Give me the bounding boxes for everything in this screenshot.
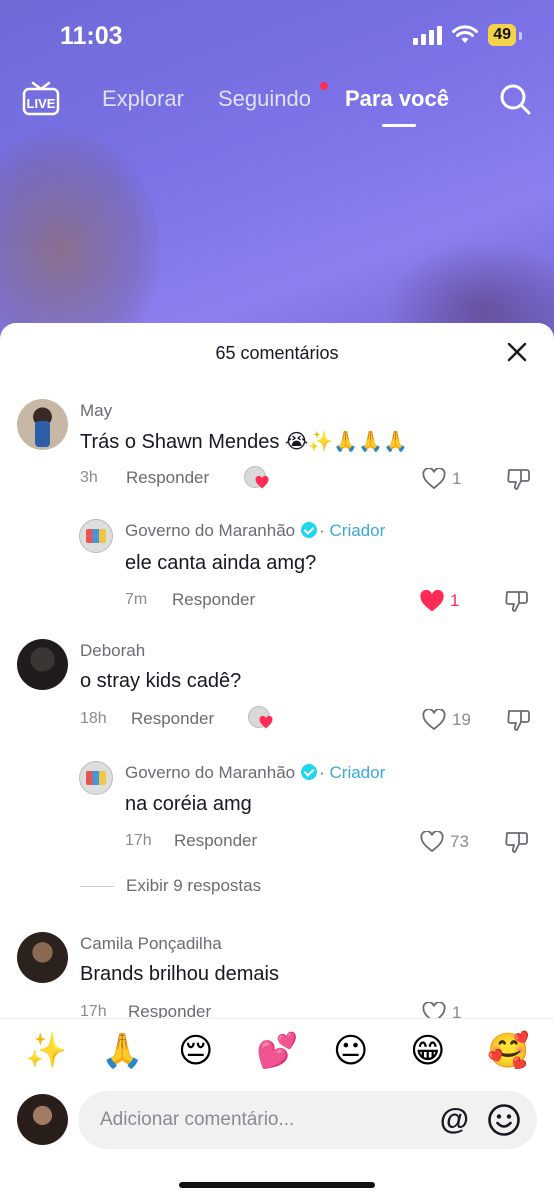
creator-tag: Criador: [329, 521, 386, 540]
status-bar: 11:03 49: [0, 0, 554, 70]
like-count: 1: [452, 1003, 462, 1018]
search-icon[interactable]: [498, 82, 532, 116]
verified-icon: [301, 764, 318, 780]
emoji-two-hearts[interactable]: 💕: [256, 1031, 298, 1071]
notification-dot: [320, 82, 328, 90]
tab-para-voce[interactable]: Para você: [345, 86, 449, 112]
comment-text: Trás o Shawn Mendes 😭✨🙏🙏🙏: [80, 431, 408, 453]
battery-icon: 49: [488, 24, 522, 46]
comment-input-box[interactable]: @: [78, 1091, 537, 1149]
status-time: 11:03: [60, 22, 123, 50]
avatar[interactable]: [17, 932, 68, 983]
emoji-pensive[interactable]: 😔: [178, 1031, 213, 1071]
comment-time: 18h: [80, 710, 107, 727]
heart-outline-icon[interactable]: [422, 468, 446, 490]
comments-sheet: 65 comentários May Trás o Shawn Mendes 😭…: [0, 323, 554, 1200]
avatar[interactable]: [17, 399, 68, 450]
emoji-neutral-face[interactable]: 😐: [333, 1031, 368, 1071]
comment-composer: @: [0, 1086, 554, 1158]
avatar[interactable]: [17, 639, 68, 690]
dislike-icon[interactable]: [506, 707, 532, 733]
separator-dot: ·: [319, 521, 325, 540]
heart-outline-icon[interactable]: [422, 709, 446, 731]
like-count: 1: [450, 591, 460, 610]
close-icon[interactable]: [506, 341, 528, 363]
comment-text: Brands brilhou demais: [80, 963, 279, 985]
username-text: Governo do Maranhão: [125, 763, 296, 782]
username-text: Governo do Maranhão: [125, 521, 296, 540]
comment-username[interactable]: Deborah: [80, 641, 145, 661]
active-tab-indicator: [382, 124, 416, 127]
comment-text: ele canta ainda amg?: [125, 552, 317, 574]
like-count: 73: [450, 832, 469, 851]
view-more-replies-button[interactable]: Exibir 9 respostas: [80, 876, 261, 896]
tab-explorar[interactable]: Explorar: [102, 86, 184, 112]
reply-button[interactable]: Responder: [126, 468, 209, 488]
reply-button[interactable]: Responder: [172, 590, 255, 610]
reply-button[interactable]: Responder: [131, 709, 214, 729]
emoji-grin[interactable]: 😁: [410, 1031, 445, 1071]
creator-tag: Criador: [329, 763, 386, 782]
reply-button[interactable]: Responder: [174, 831, 257, 851]
comments-count-title: 65 comentários: [215, 343, 339, 363]
comment-username[interactable]: Governo do Maranhão · Criador: [125, 763, 385, 783]
live-label: LIVE: [27, 96, 56, 111]
avatar[interactable]: [79, 519, 113, 553]
heart-outline-icon[interactable]: [420, 831, 444, 853]
creator-liked-badge: [244, 466, 270, 492]
comment-username[interactable]: Camila Ponçadilha: [80, 934, 222, 954]
avatar[interactable]: [79, 761, 113, 795]
comment-time: 17h: [80, 1003, 107, 1018]
mention-icon[interactable]: @: [440, 1103, 469, 1137]
comment-text: o stray kids cadê?: [80, 670, 242, 692]
comment-username[interactable]: May: [80, 401, 112, 421]
heart-outline-icon[interactable]: [422, 1002, 446, 1018]
comment-time: 3h: [80, 469, 98, 486]
emoji-pray[interactable]: 🙏: [101, 1031, 143, 1071]
dislike-icon[interactable]: [504, 588, 530, 614]
creator-liked-badge: [248, 706, 274, 732]
wifi-icon: [452, 25, 479, 43]
live-icon[interactable]: LIVE: [22, 80, 60, 116]
dislike-icon[interactable]: [506, 466, 532, 492]
like-count: 1: [452, 469, 462, 488]
heart-filled-icon[interactable]: [419, 590, 445, 613]
comment-input[interactable]: [100, 1091, 420, 1149]
status-icons: 49: [413, 24, 522, 46]
top-nav: LIVE Explorar Seguindo Para você: [0, 78, 554, 128]
verified-icon: [301, 522, 318, 538]
like-count: 19: [452, 710, 471, 729]
emoji-quick-bar: ✨ 🙏 😔 💕 😐 😁 🥰: [0, 1018, 554, 1086]
separator-dot: ·: [319, 763, 325, 782]
comment-time: 17h: [125, 832, 152, 849]
dislike-icon[interactable]: [504, 829, 530, 855]
cellular-signal-icon: [413, 25, 443, 45]
comment-text: na coréia amg: [125, 793, 252, 815]
reply-button[interactable]: Responder: [128, 1002, 211, 1018]
comment-username[interactable]: Governo do Maranhão · Criador: [125, 521, 385, 541]
my-avatar[interactable]: [17, 1094, 68, 1145]
emoji-picker-icon[interactable]: [487, 1103, 521, 1137]
emoji-sparkles[interactable]: ✨: [25, 1031, 67, 1071]
home-indicator[interactable]: [179, 1182, 375, 1188]
emoji-smiling-hearts[interactable]: 🥰: [487, 1031, 529, 1071]
tab-seguindo[interactable]: Seguindo: [218, 86, 311, 112]
comment-time: 7m: [125, 591, 148, 608]
comments-list[interactable]: May Trás o Shawn Mendes 😭✨🙏🙏🙏 3h Respond…: [0, 393, 554, 1018]
